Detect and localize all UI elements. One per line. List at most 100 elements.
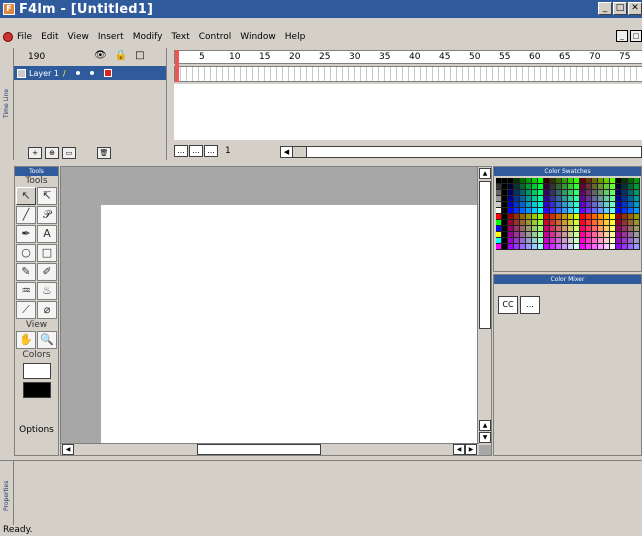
title-bar: F F4lm - [Untitled1] _ □ ✕ (0, 0, 642, 18)
view-section-label: View (25, 320, 48, 330)
lock-dot-icon[interactable] (89, 71, 94, 75)
scroll-up-icon[interactable]: ▲ (479, 168, 491, 179)
hscroll-thumb[interactable] (197, 444, 321, 455)
scroll-thumb[interactable] (293, 147, 307, 157)
color-mixer-panel: Color Mixer CC ... (493, 274, 642, 456)
cc-button[interactable]: CC (498, 296, 518, 314)
layer-icon (17, 68, 26, 78)
ruler-tick: 50 (469, 52, 481, 62)
ruler-tick: 25 (319, 52, 331, 62)
scroll-right-icon[interactable]: ▶ (465, 444, 477, 455)
swatch-grid[interactable] (496, 178, 642, 270)
stroke-color-box[interactable] (22, 363, 51, 379)
brush-tool-icon[interactable]: ✐ (37, 263, 57, 281)
timeline-frames-panel: 5 10 15 20 25 30 35 40 45 50 55 60 65 70 75 ... ... ..… (168, 48, 642, 160)
eyedropper-tool-icon[interactable]: ⟋ (16, 301, 36, 319)
menu-insert[interactable]: Insert (98, 32, 124, 42)
stage-canvas[interactable] (101, 205, 491, 444)
stage-hscroll[interactable]: ◀ ◀ ▶ (61, 443, 479, 455)
scroll-down-icon[interactable]: ▼ (479, 432, 491, 443)
add-folder-icon[interactable]: ▭ (62, 146, 76, 159)
delete-layer-icon[interactable]: 🗑 (97, 146, 111, 159)
eye-icon[interactable]: 👁 (94, 50, 107, 61)
frame-count-label: 190 (28, 52, 46, 62)
menu-bar: File Edit View Insert Modify Text Contro… (0, 27, 642, 47)
ruler-tick: 5 (199, 52, 205, 62)
menu-edit[interactable]: Edit (41, 32, 58, 42)
frame-track[interactable] (174, 50, 642, 82)
color-swatches-panel: Color Swatches (493, 166, 642, 272)
line-tool-icon[interactable]: ╱ (16, 206, 36, 224)
minimize-button[interactable]: _ (598, 2, 612, 15)
outline-icon[interactable]: □ (135, 50, 144, 61)
more-button[interactable]: ... (520, 296, 540, 314)
visibility-dot-icon[interactable] (75, 71, 80, 75)
add-layer-icon[interactable]: + (28, 146, 42, 159)
pencil-tool-icon[interactable]: ✎ (16, 263, 36, 281)
pencil-icon: / (62, 68, 66, 78)
ruler-tick: 75 (619, 52, 631, 62)
scroll-left-icon[interactable]: ◀ (281, 147, 293, 157)
add-guide-layer-icon[interactable]: ⊕ (45, 146, 59, 159)
scroll-up-icon[interactable]: ▲ (479, 420, 491, 431)
layer-row[interactable]: Layer 1 / (14, 66, 166, 80)
layer-name: Layer 1 (29, 68, 59, 78)
close-button[interactable]: ✕ (628, 2, 642, 15)
timeline-layers-panel: 190 👁 🔒 □ Layer 1 / + ⊕ ▭ 🗑 (14, 48, 167, 160)
ruler-tick: 45 (439, 52, 451, 62)
ruler-tick: 60 (529, 52, 541, 62)
fill-color-box[interactable] (22, 382, 51, 398)
menu-window[interactable]: Window (240, 32, 276, 42)
tools-section-label: Tools (25, 176, 48, 186)
timeline-header: 190 👁 🔒 □ (14, 48, 166, 66)
layer-color-swatch[interactable] (103, 69, 112, 77)
view-grid: ✋ 🔍 (15, 330, 58, 350)
colors-section-label: Colors (22, 350, 51, 360)
paint-bucket-tool-icon[interactable]: ♨ (37, 282, 57, 300)
ruler-tick: 65 (559, 52, 571, 62)
menu-control[interactable]: Control (199, 32, 232, 42)
timeline-side-label: Time Line (3, 88, 10, 118)
frame-ruler[interactable]: 5 10 15 20 25 30 35 40 45 50 55 60 65 70 75 (174, 50, 642, 64)
ruler-tick: 35 (379, 52, 391, 62)
text-tool-icon[interactable]: A (37, 225, 57, 243)
menu-modify[interactable]: Modify (133, 32, 163, 42)
menu-file[interactable]: File (17, 32, 32, 42)
zoom-tool-icon[interactable]: 🔍 (37, 331, 57, 349)
doc-minimize-button[interactable]: _ (616, 30, 628, 42)
ruler-tick: 55 (499, 52, 511, 62)
tools-header: Tools (15, 167, 58, 176)
stage-area: ▲ ▲ ▼ ◀ ◀ ▶ (60, 166, 492, 456)
lock-icon[interactable]: 🔒 (115, 50, 127, 61)
properties-panel: Properties (0, 460, 642, 525)
rectangle-tool-icon[interactable]: □ (37, 244, 57, 262)
scroll-left-icon[interactable]: ◀ (453, 444, 465, 455)
arrow-tool-icon[interactable]: ↖ (16, 187, 36, 205)
timeline-hscroll[interactable]: ◀ (280, 146, 642, 158)
edit-multiple-button[interactable]: ... (204, 145, 218, 157)
ruler-tick: 10 (229, 52, 241, 62)
lasso-tool-icon[interactable]: 𝒫 (37, 206, 57, 224)
app-icon: F (3, 3, 15, 15)
oval-tool-icon[interactable]: ○ (16, 244, 36, 262)
menu-text[interactable]: Text (172, 32, 190, 42)
menu-help[interactable]: Help (285, 32, 306, 42)
menu-view[interactable]: View (68, 32, 89, 42)
ruler-tick: 40 (409, 52, 421, 62)
stage-vscroll[interactable]: ▲ ▲ ▼ (477, 167, 491, 445)
playhead[interactable] (175, 50, 179, 82)
pen-tool-icon[interactable]: ✒ (16, 225, 36, 243)
doc-restore-button[interactable]: □ (630, 30, 642, 42)
eraser-tool-icon[interactable]: ⌀ (37, 301, 57, 319)
maximize-button[interactable]: □ (613, 2, 627, 15)
tool-grid: ↖ ↸ ╱ 𝒫 ✒ A ○ □ ✎ ✐ ♒ ♨ ⟋ ⌀ (15, 186, 58, 320)
document-icon[interactable] (3, 32, 13, 42)
onion-skin-button[interactable]: ... (189, 145, 203, 157)
color-swatch[interactable] (634, 244, 640, 250)
ink-bottle-tool-icon[interactable]: ♒ (16, 282, 36, 300)
vscroll-thumb[interactable] (479, 181, 491, 329)
scroll-left-icon[interactable]: ◀ (62, 444, 74, 455)
hand-tool-icon[interactable]: ✋ (16, 331, 36, 349)
subselect-tool-icon[interactable]: ↸ (37, 187, 57, 205)
center-frame-button[interactable]: ... (174, 145, 188, 157)
